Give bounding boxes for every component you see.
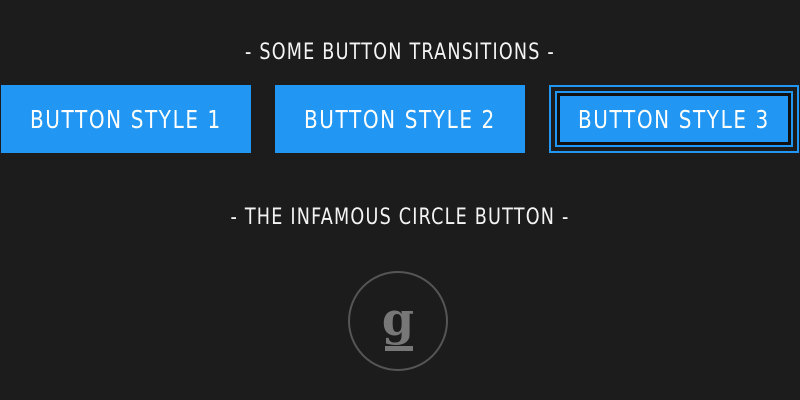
button-style-2-label: BUTTON STYLE 2 xyxy=(304,104,496,134)
logo-underline xyxy=(385,346,413,351)
button-style-2[interactable]: BUTTON STYLE 2 xyxy=(275,85,525,153)
button-style-1-label: BUTTON STYLE 1 xyxy=(30,104,222,134)
circle-button[interactable]: g xyxy=(348,271,448,371)
button-style-3-label: BUTTON STYLE 3 xyxy=(578,104,770,134)
g-logo-icon: g xyxy=(382,292,414,351)
section-heading-transitions: - SOME BUTTON TRANSITIONS - xyxy=(245,40,555,65)
logo-letter: g xyxy=(382,292,414,346)
button-style-1[interactable]: BUTTON STYLE 1 xyxy=(1,85,251,153)
section-heading-circle: - THE INFAMOUS CIRCLE BUTTON - xyxy=(230,205,570,230)
button-style-3[interactable]: BUTTON STYLE 3 xyxy=(549,85,799,153)
